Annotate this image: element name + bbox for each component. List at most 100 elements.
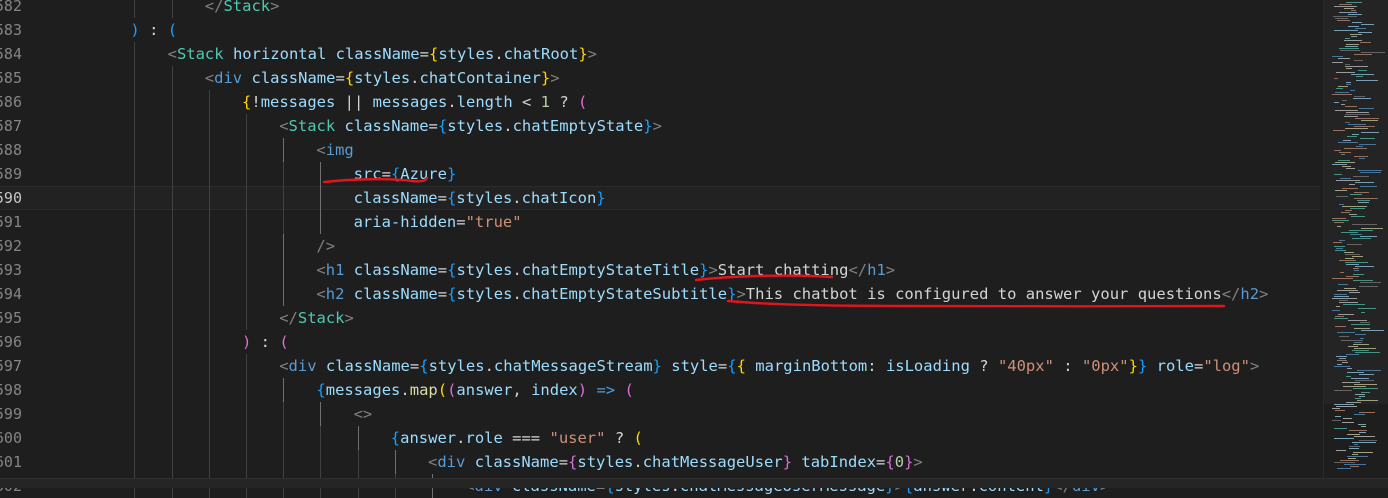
code-token: > <box>587 45 597 63</box>
code-token: ( <box>624 381 634 399</box>
code-token: messages <box>372 93 448 111</box>
code-token: ( <box>437 381 448 399</box>
code-token: { <box>885 453 895 471</box>
code-token: } <box>446 165 457 183</box>
indent-guide <box>320 186 322 210</box>
indent-guide <box>320 402 322 426</box>
line-number: 593 <box>0 261 22 279</box>
code-token: ? <box>969 357 998 375</box>
code-token: styles <box>456 285 513 303</box>
code-line[interactable]: 600 {answer.role === "user" ? ( <box>0 426 1320 450</box>
indent-guide <box>283 210 285 234</box>
code-token: { <box>736 357 746 375</box>
line-number: 590 <box>0 189 22 207</box>
code-token: h1 <box>325 261 345 279</box>
minimap[interactable] <box>1323 0 1388 487</box>
indent-guide <box>208 138 210 162</box>
code-line[interactable]: 598{messages.map((answer, index) => ( <box>0 378 1320 402</box>
code-token: || <box>335 93 373 111</box>
code-line[interactable]: 583) : ( <box>0 18 1320 42</box>
code-token: = <box>437 261 448 279</box>
indent-guide <box>134 66 136 90</box>
code-token: : <box>139 21 168 39</box>
line-number: 589 <box>0 165 22 183</box>
code-token: styles <box>456 261 513 279</box>
minimap-stroke <box>1334 404 1354 405</box>
code-token: . <box>447 93 457 111</box>
code-token: < <box>167 45 177 63</box>
code-line[interactable]: 589 src={Azure} <box>0 162 1320 186</box>
minimap-stroke <box>1353 452 1373 453</box>
indent-guide <box>171 234 173 258</box>
indent-guide <box>357 426 359 450</box>
indent-guide <box>283 402 285 426</box>
code-token: . <box>503 117 513 135</box>
code-token: } <box>652 357 662 375</box>
code-line[interactable]: 586{!messages || messages.length < 1 ? ( <box>0 90 1320 114</box>
code-line[interactable]: 597<div className={styles.chatMessageStr… <box>0 354 1320 378</box>
minimap-stroke <box>1332 408 1340 409</box>
indent-guide <box>134 330 136 354</box>
code-token: < <box>316 285 326 303</box>
indent-guide <box>208 450 210 474</box>
line-number: 600 <box>0 429 22 447</box>
minimap-stroke <box>1354 436 1375 437</box>
code-text: {messages.map((answer, index) => ( <box>316 378 633 402</box>
code-line[interactable]: 593 <h1 className={styles.chatEmptyStateT… <box>0 258 1320 282</box>
code-token: This chatbot is configured to answer you… <box>745 285 1222 303</box>
code-token: { <box>390 165 401 183</box>
code-token: tabIndex <box>801 453 877 471</box>
code-line[interactable]: 599 <> <box>0 402 1320 426</box>
code-text: <> <box>354 402 373 426</box>
line-number: 595 <box>0 309 22 327</box>
code-token: chatEmptyStateTitle <box>521 261 700 279</box>
indent-guide <box>208 186 210 210</box>
code-text: <h2 className={styles.chatEmptyStateSubt… <box>316 282 1268 306</box>
code-text: ) : ( <box>242 330 289 354</box>
indent-guide <box>246 114 247 138</box>
code-token: ! <box>251 93 261 111</box>
code-line[interactable]: 590 className={styles.chatIcon} <box>0 186 1320 210</box>
line-number: 588 <box>0 141 22 159</box>
code-line[interactable]: 585 <div className={styles.chatContainer}… <box>0 66 1320 90</box>
indent-guide <box>208 114 210 138</box>
indent-guide <box>208 426 210 450</box>
code-line[interactable]: 601<div className={styles.chatMessageUse… <box>0 450 1320 474</box>
code-line[interactable]: 591 aria-hidden="true" <box>0 210 1320 234</box>
code-token: style <box>671 357 718 375</box>
indent-guide <box>320 210 322 234</box>
code-line[interactable]: 588 <img <box>0 138 1320 162</box>
code-text: className={styles.chatIcon} <box>354 186 606 210</box>
code-token: div <box>288 357 317 375</box>
code-line[interactable]: 582 </Stack> <box>0 0 1320 18</box>
code-text: src={Azure} <box>354 162 457 186</box>
code-token: messages <box>260 93 336 111</box>
indent-guide <box>134 378 136 402</box>
code-line[interactable]: 594 <h2 className={styles.chatEmptyStateS… <box>0 282 1320 306</box>
code-token: h1 <box>867 261 886 279</box>
indent-guide <box>171 162 173 186</box>
code-token: . <box>633 453 643 471</box>
code-token: role <box>1156 357 1194 375</box>
code-line[interactable]: 592 /> <box>0 234 1320 258</box>
code-line[interactable]: 595 </Stack> <box>0 306 1320 330</box>
code-token: = <box>437 285 448 303</box>
code-line[interactable]: 596) : ( <box>0 330 1320 354</box>
code-line[interactable]: 587 <Stack className={styles.chatEmptySta… <box>0 114 1320 138</box>
code-line[interactable]: 584 <Stack horizontal className={styles.c… <box>0 42 1320 66</box>
code-token: } <box>596 189 606 207</box>
code-token: className <box>251 69 336 87</box>
indent-guide <box>246 234 247 258</box>
minimap-slider[interactable] <box>1324 0 1388 404</box>
code-editor[interactable]: 582</Stack>583) : (584<Stack horizontal … <box>0 0 1388 498</box>
indent-guide <box>134 402 136 426</box>
code-token: > <box>736 285 746 303</box>
code-token: isLoading <box>885 357 970 375</box>
indent-guide <box>134 210 136 234</box>
code-token: > <box>652 117 662 135</box>
indent-guide <box>246 210 247 234</box>
code-token: /> <box>316 237 336 255</box>
code-token: . <box>400 381 410 399</box>
